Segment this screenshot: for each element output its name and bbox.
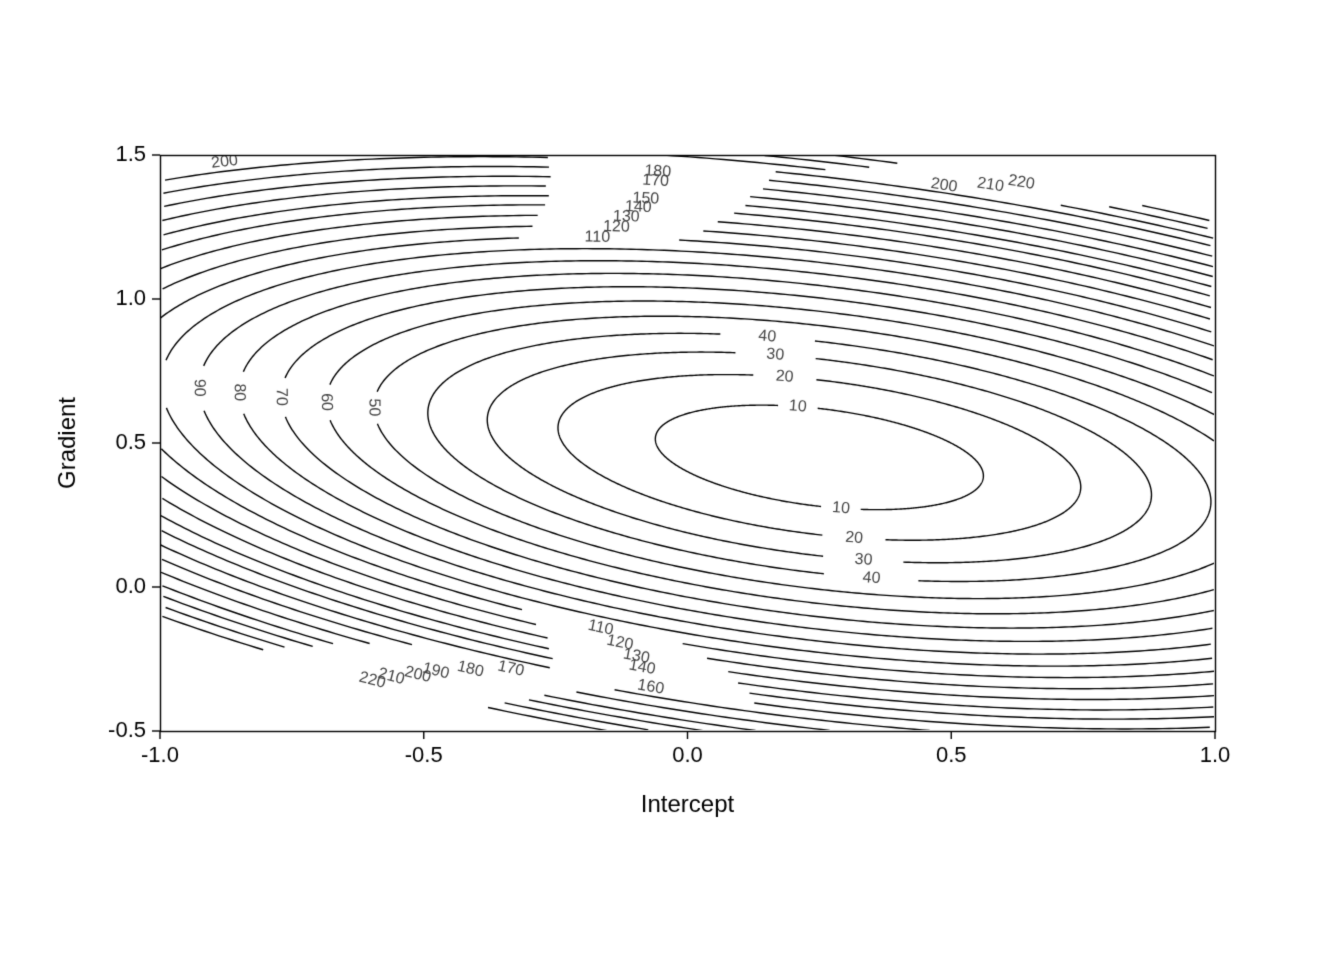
contour-plot — [0, 0, 1344, 960]
